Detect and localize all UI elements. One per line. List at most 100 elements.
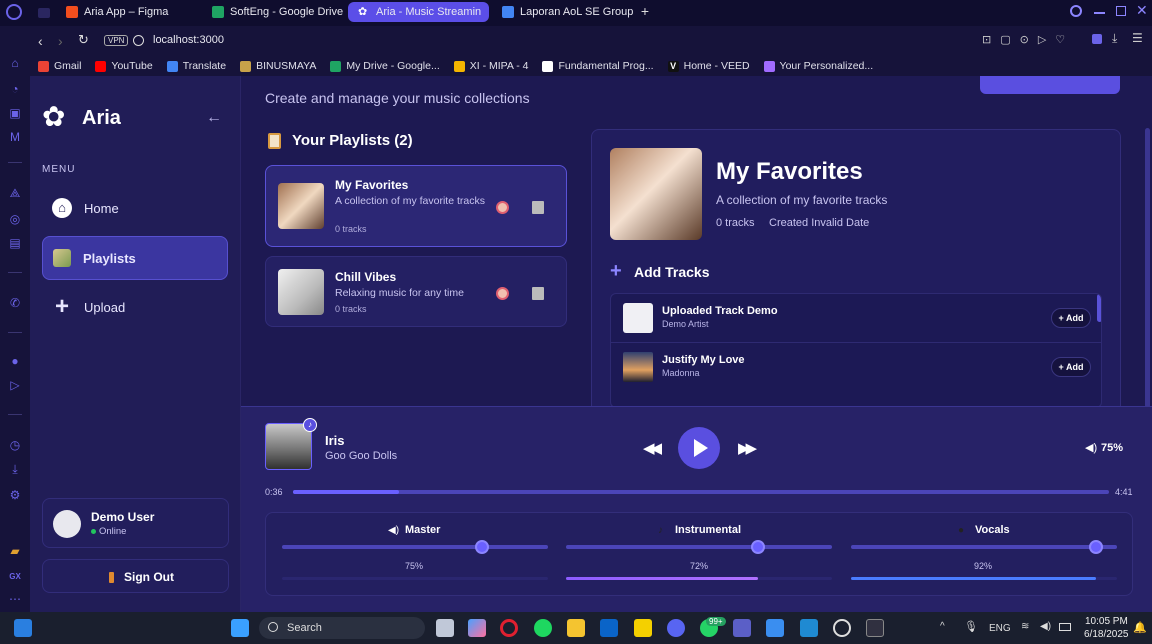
- site-info-icon[interactable]: [133, 35, 144, 46]
- palette-icon[interactable]: [496, 201, 509, 214]
- url-input[interactable]: localhost:3000: [153, 34, 224, 46]
- collapse-sidebar-icon[interactable]: ←: [206, 109, 222, 127]
- list-scrollbar[interactable]: [1097, 294, 1101, 322]
- master-slider-knob[interactable]: [474, 540, 489, 554]
- master-slider-track[interactable]: [282, 545, 548, 549]
- vocals-slider-knob[interactable]: [1088, 540, 1103, 554]
- aria-ai-icon[interactable]: ◔: [8, 82, 22, 96]
- back-icon[interactable]: ‹: [38, 33, 43, 49]
- bookmark-translate[interactable]: Translate: [166, 60, 226, 72]
- user-card[interactable]: Demo User Online: [42, 498, 229, 548]
- page-scrollbar[interactable]: [1145, 128, 1150, 408]
- wifi-icon[interactable]: ≋: [1021, 621, 1029, 632]
- account-icon[interactable]: [1092, 34, 1102, 44]
- sidebar-item-upload[interactable]: + Upload: [42, 285, 228, 329]
- delete-icon[interactable]: [532, 287, 544, 300]
- extensions-icon[interactable]: ▣: [8, 106, 22, 120]
- spotify-icon[interactable]: [534, 619, 552, 637]
- instrumental-slider-track[interactable]: [566, 545, 832, 549]
- palette-icon[interactable]: [496, 287, 509, 300]
- add-track-button[interactable]: + Add: [1051, 357, 1091, 377]
- sidebar-item-home[interactable]: ⌂ Home: [42, 186, 228, 230]
- gx-icon[interactable]: GX: [8, 570, 22, 584]
- available-tracks-list: Uploaded Track Demo Demo Artist + Add Ju…: [610, 293, 1102, 408]
- music-icon[interactable]: M: [8, 130, 22, 144]
- vocals-slider-track[interactable]: [851, 545, 1117, 549]
- bookmark-veed[interactable]: V Home - VEED: [667, 60, 750, 72]
- new-playlist-button[interactable]: [980, 76, 1120, 94]
- playlist-card-my-favorites[interactable]: My Favorites A collection of my favorite…: [265, 165, 567, 247]
- tray-chevron-icon[interactable]: ^: [940, 621, 945, 632]
- bookmark-gmail[interactable]: Gmail: [38, 60, 81, 72]
- battery-icon[interactable]: [1059, 623, 1071, 631]
- spotify-icon[interactable]: ●: [8, 354, 22, 368]
- search-tabs-icon[interactable]: [1070, 5, 1082, 17]
- bookmark-binusmaya[interactable]: BINUSMAYA: [240, 60, 316, 72]
- progress-bar[interactable]: [293, 490, 1109, 494]
- file-explorer-icon[interactable]: [567, 619, 585, 637]
- opera-logo-icon[interactable]: [6, 4, 22, 20]
- add-track-button[interactable]: + Add: [1051, 308, 1091, 328]
- start-button[interactable]: [231, 619, 249, 637]
- clock-date[interactable]: 6/18/2025: [1084, 629, 1129, 640]
- language-indicator[interactable]: ENG: [989, 623, 1011, 634]
- teams-icon[interactable]: [733, 619, 751, 637]
- opera-icon[interactable]: [500, 619, 518, 637]
- search-box[interactable]: Search: [259, 617, 425, 639]
- outlook-icon[interactable]: [600, 619, 618, 637]
- clock-time[interactable]: 10:05 PM: [1085, 616, 1128, 627]
- ai-icon[interactable]: ⟁: [8, 186, 22, 200]
- sign-out-button[interactable]: Sign Out: [42, 559, 229, 593]
- bookmark-youtube[interactable]: YouTube: [95, 60, 153, 72]
- home-icon[interactable]: ⌂: [8, 56, 22, 70]
- previous-icon[interactable]: ◀◀: [643, 439, 662, 457]
- copilot-icon[interactable]: [468, 619, 486, 637]
- settings-icon[interactable]: ⚙: [8, 488, 22, 502]
- download-icon[interactable]: ⤓: [1112, 31, 1117, 46]
- maximize-button[interactable]: [1116, 6, 1126, 16]
- tab-google-drive[interactable]: SoftEng - Google Drive: [202, 2, 344, 22]
- tab-docs[interactable]: Laporan AoL SE Group 2: [492, 2, 634, 22]
- forward-icon[interactable]: ›: [58, 33, 63, 49]
- next-icon[interactable]: ▶▶: [738, 439, 757, 457]
- telegram-icon[interactable]: ▤: [8, 236, 22, 250]
- messenger-icon[interactable]: ◎: [8, 212, 22, 226]
- widgets-icon[interactable]: [14, 619, 32, 637]
- whatsapp-icon[interactable]: ✆: [8, 296, 22, 310]
- speaker-icon[interactable]: ◀): [1040, 621, 1051, 632]
- vpn-badge[interactable]: VPN: [104, 35, 129, 46]
- playlist-card-chill-vibes[interactable]: Chill Vibes Relaxing music for any time …: [265, 256, 567, 327]
- detail-title: My Favorites: [716, 158, 863, 185]
- bookmark-personalized[interactable]: Your Personalized...: [763, 60, 873, 72]
- tab-aria[interactable]: ✿ Aria - Music Streamin: [348, 2, 489, 22]
- volume-icon[interactable]: ◀): [1085, 441, 1097, 454]
- instrumental-slider-knob[interactable]: [750, 540, 765, 554]
- close-window-button[interactable]: ✕: [1136, 2, 1148, 19]
- bookmark-fundamental[interactable]: Fundamental Prog...: [542, 60, 654, 72]
- todo-icon[interactable]: [766, 619, 784, 637]
- tab-figma[interactable]: Aria App – Figma: [56, 2, 198, 22]
- new-tab-button[interactable]: +: [638, 4, 652, 18]
- delete-icon[interactable]: [532, 201, 544, 214]
- more-icon[interactable]: ⋯: [8, 592, 22, 606]
- reload-icon[interactable]: ↻: [78, 32, 89, 48]
- menu-icon[interactable]: ☰: [1132, 31, 1143, 45]
- send-icon[interactable]: ▷: [8, 378, 22, 392]
- play-button[interactable]: [678, 427, 720, 469]
- sidebar-item-playlists[interactable]: Playlists: [42, 236, 228, 280]
- task-view-icon[interactable]: [436, 619, 454, 637]
- bookmark-xi-mipa[interactable]: XI - MIPA - 4: [453, 60, 528, 72]
- bookmark-my-drive[interactable]: My Drive - Google...: [330, 60, 440, 72]
- discord-icon[interactable]: [667, 619, 685, 637]
- downloads-icon[interactable]: ⤓: [8, 462, 22, 476]
- vscode-icon[interactable]: [800, 619, 818, 637]
- sticky-notes-icon[interactable]: [634, 619, 652, 637]
- cart-icon[interactable]: ▰: [8, 544, 22, 558]
- history-icon[interactable]: ◷: [8, 438, 22, 452]
- minimize-button[interactable]: [1094, 12, 1105, 14]
- microphone-icon[interactable]: 🎙: [964, 620, 978, 633]
- notifications-icon[interactable]: 🔔: [1133, 621, 1147, 634]
- workspace-icon[interactable]: [38, 8, 50, 18]
- github-icon[interactable]: [833, 619, 851, 637]
- terminal-icon[interactable]: [866, 619, 884, 637]
